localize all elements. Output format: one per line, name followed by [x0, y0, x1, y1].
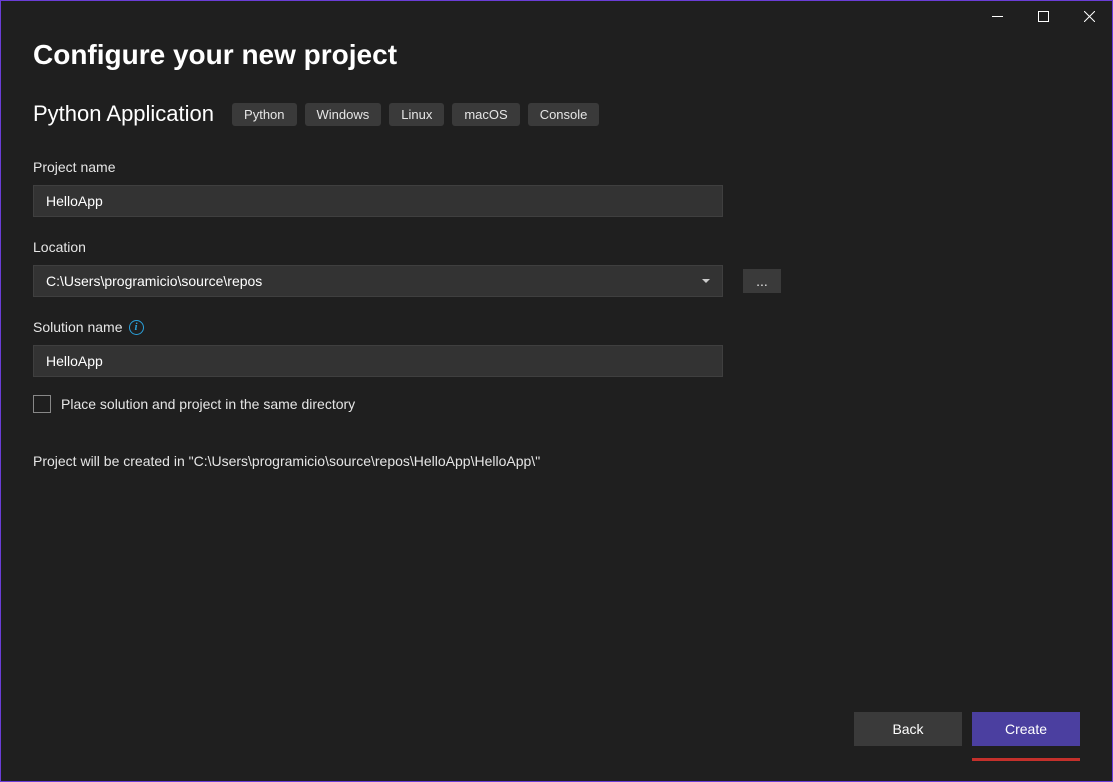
create-highlight-underline — [972, 758, 1080, 761]
tag-linux: Linux — [389, 103, 444, 126]
tag-python: Python — [232, 103, 296, 126]
location-label: Location — [33, 239, 1080, 255]
tag-console: Console — [528, 103, 600, 126]
tag-windows: Windows — [305, 103, 382, 126]
create-button[interactable]: Create — [972, 712, 1080, 746]
solution-name-input[interactable] — [33, 345, 723, 377]
same-directory-checkbox[interactable] — [33, 395, 51, 413]
project-name-input[interactable] — [33, 185, 723, 217]
info-icon[interactable]: i — [129, 320, 144, 335]
location-combobox[interactable]: C:\Users\programicio\source\repos — [33, 265, 723, 297]
back-button[interactable]: Back — [854, 712, 962, 746]
template-name: Python Application — [33, 101, 214, 127]
location-value: C:\Users\programicio\source\repos — [46, 273, 262, 289]
project-name-label: Project name — [33, 159, 1080, 175]
template-tags: Python Windows Linux macOS Console — [232, 103, 599, 126]
same-directory-label: Place solution and project in the same d… — [61, 396, 355, 412]
creation-summary: Project will be created in "C:\Users\pro… — [33, 453, 1080, 469]
minimize-button[interactable] — [974, 1, 1020, 31]
tag-macos: macOS — [452, 103, 519, 126]
chevron-down-icon — [702, 279, 710, 283]
maximize-button[interactable] — [1020, 1, 1066, 31]
window-titlebar — [1, 1, 1112, 33]
close-button[interactable] — [1066, 1, 1112, 31]
solution-name-label: Solution name — [33, 319, 123, 335]
page-title: Configure your new project — [33, 39, 1080, 71]
browse-button[interactable]: ... — [743, 269, 781, 293]
